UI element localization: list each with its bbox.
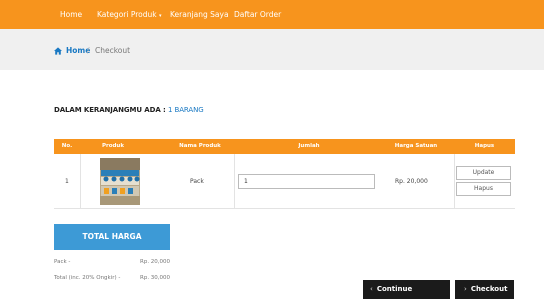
summary-total-value: Rp. 30,000 bbox=[140, 275, 171, 281]
product-name: Pack bbox=[190, 178, 204, 185]
home-icon bbox=[54, 47, 62, 55]
column-divider bbox=[454, 154, 455, 209]
unit-price: Rp. 20,000 bbox=[395, 178, 428, 185]
product-thumbnail[interactable] bbox=[100, 158, 140, 205]
breadcrumb-current: Checkout bbox=[95, 46, 131, 55]
header-produk: Produk bbox=[101, 143, 125, 149]
cart-title-text: DALAM KERANJANGMU ADA : bbox=[54, 106, 166, 114]
continue-shopping-button[interactable]: ‹Continue Shopping bbox=[363, 280, 450, 299]
delete-button[interactable]: Hapus bbox=[456, 182, 511, 196]
breadcrumb-separator: / bbox=[87, 46, 90, 55]
chevron-down-icon: ▾ bbox=[158, 13, 162, 19]
total-harga-header: TOTAL HARGA bbox=[54, 224, 170, 250]
header-harga-satuan: Harga Satuan bbox=[394, 143, 438, 149]
chevron-left-icon: ‹ bbox=[370, 285, 373, 293]
quantity-input[interactable] bbox=[238, 174, 375, 189]
nav-keranjang-saya[interactable]: Keranjang Saya bbox=[170, 0, 229, 29]
update-button[interactable]: Update bbox=[456, 166, 511, 180]
checkout-button[interactable]: › Checkout bbox=[455, 280, 514, 299]
summary-total-label: Total (inc. 20% Ongkir) - bbox=[54, 275, 121, 281]
chevron-right-icon: › bbox=[464, 285, 467, 293]
nav-kategori-produk[interactable]: Kategori Produk ▾ bbox=[97, 0, 162, 29]
row-number: 1 bbox=[65, 178, 69, 185]
checkout-label: Checkout bbox=[470, 285, 508, 293]
cart-summary-title: DALAM KERANJANGMU ADA : 1 BARANG bbox=[54, 106, 204, 114]
header-jumlah: Jumlah bbox=[298, 143, 320, 149]
nav-kategori-label: Kategori Produk bbox=[97, 10, 157, 19]
column-divider bbox=[80, 154, 81, 209]
summary-line-label: Pack - bbox=[54, 259, 71, 265]
continue-shopping-label: Continue Shopping bbox=[376, 285, 413, 293]
cart-table-header: No. Produk Nama Produk Jumlah Harga Satu… bbox=[54, 139, 515, 154]
column-divider bbox=[234, 154, 235, 209]
header-no: No. bbox=[61, 143, 73, 149]
nav-daftar-order[interactable]: Daftar Order bbox=[234, 0, 281, 29]
nav-home[interactable]: Home bbox=[60, 0, 82, 29]
header-hapus: Hapus bbox=[474, 143, 495, 149]
summary-line-value: Rp. 20,000 bbox=[140, 259, 171, 265]
cart-item-count: 1 BARANG bbox=[168, 106, 204, 114]
